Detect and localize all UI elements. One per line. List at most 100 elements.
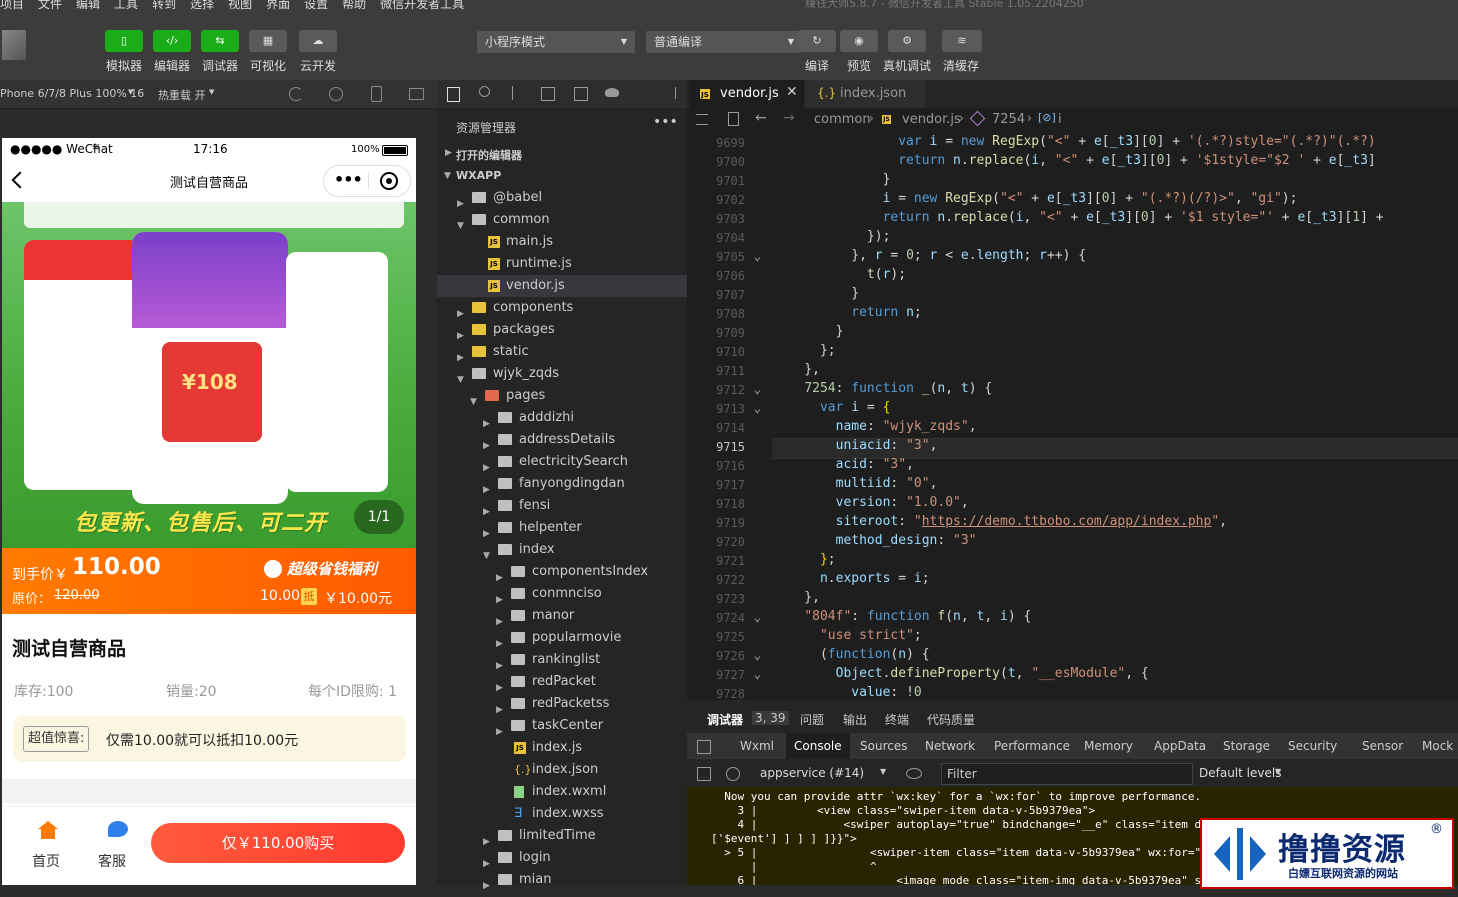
hotreload-toggle[interactable]: 热重载 开 [158, 87, 206, 103]
devtools-tab[interactable]: Network [925, 739, 975, 753]
mode-select[interactable]: 小程序模式 ▼ [477, 31, 635, 53]
tree-item[interactable]: ▼ pages [437, 385, 687, 407]
toolbar-button-2[interactable]: ⇆ [201, 30, 239, 52]
devtools-tab[interactable]: Sensor [1362, 739, 1403, 753]
menu-item[interactable]: 界面 [266, 0, 290, 10]
debugger-tab[interactable]: 输出 [843, 711, 867, 728]
toolbar-action-label[interactable]: 清缓存 [931, 57, 991, 74]
devtools-tab[interactable]: AppData [1154, 739, 1206, 753]
tree-item[interactable]: ▶ packages [437, 319, 687, 341]
explorer-more-icon[interactable]: ••• [653, 114, 678, 130]
tree-item[interactable]: JS main.js [437, 231, 687, 253]
devtools-tab[interactable]: Security [1288, 739, 1337, 753]
menu-item[interactable]: 帮助 [342, 0, 366, 10]
toolbar-button-0[interactable]: ▯ [105, 30, 143, 52]
rotate-icon[interactable] [289, 87, 303, 101]
tree-item[interactable]: ▶ limitedTime [437, 825, 687, 847]
debugger-tab[interactable]: 终端 [885, 711, 909, 728]
storage-icon[interactable] [574, 87, 588, 101]
fold-chevron-icon[interactable]: ⌄ [751, 648, 761, 662]
tree-item[interactable]: ▶ fanyongdingdan [437, 473, 687, 495]
product-banner[interactable]: ¥108 包更新、包售后、可二开 1/1 [2, 202, 416, 548]
toolbar-action-1[interactable]: ◉ [840, 30, 878, 52]
nav-service-label[interactable]: 客服 [98, 851, 126, 871]
menu-item[interactable]: 视图 [228, 0, 252, 10]
tree-item[interactable]: ▶ popularmovie [437, 627, 687, 649]
tree-item[interactable]: ▶ rankinglist [437, 649, 687, 671]
tab-vendor-js[interactable]: JS vendor.js ✕ [690, 80, 804, 108]
toolbar-button-label[interactable]: 云开发 [288, 57, 348, 74]
sidebar-toggle-icon[interactable] [697, 767, 711, 781]
devtools-tab[interactable]: Sources [860, 739, 907, 753]
tree-item[interactable]: ▶ addressDetails [437, 429, 687, 451]
capsule-menu[interactable]: ••• [323, 165, 411, 197]
root-section[interactable]: ▼ WXAPP [437, 165, 687, 187]
debugger-tab[interactable]: 问题 [800, 711, 824, 728]
debugger-tab[interactable]: 调试器 [707, 711, 743, 728]
buy-button[interactable]: 仅￥110.00购买 [151, 823, 405, 863]
compile-select[interactable]: 普通编译 ▼ [646, 31, 802, 53]
branch-icon[interactable] [512, 86, 521, 100]
debugger-tab[interactable]: 代码质量 [927, 711, 975, 728]
menu-item[interactable]: 选择 [190, 0, 214, 10]
fold-chevron-icon[interactable]: ⌄ [751, 610, 761, 624]
devtools-tab[interactable]: Mock [1422, 739, 1453, 753]
eye-icon[interactable] [906, 768, 922, 779]
menu-item[interactable]: 编辑 [76, 0, 100, 10]
tree-item[interactable]: ▶ components [437, 297, 687, 319]
tree-item[interactable]: ▼ wjyk_zqds [437, 363, 687, 385]
files-icon[interactable] [447, 87, 460, 102]
menu-item[interactable]: 项目 [0, 0, 24, 10]
window-icon[interactable] [409, 88, 424, 100]
tree-item[interactable]: JS vendor.js [437, 275, 687, 297]
tree-item[interactable]: ▶ login [437, 847, 687, 869]
tree-item[interactable]: ▶ adddizhi [437, 407, 687, 429]
filter-input[interactable]: Filter [941, 763, 1193, 785]
devtools-tab[interactable]: Console [786, 733, 850, 759]
bookmark-icon[interactable] [728, 112, 739, 126]
tree-item[interactable]: JS index.js [437, 737, 687, 759]
device-select[interactable]: Phone 6/7/8 Plus 100% 16 [0, 87, 144, 100]
toolbar-button-4[interactable]: ☁ [299, 30, 337, 52]
tree-item[interactable]: ▼ index [437, 539, 687, 561]
toolbar-action-0[interactable]: ↻ [798, 30, 836, 52]
toolbar-action-3[interactable]: ≋ [942, 30, 982, 52]
tree-item[interactable]: ▶ electricitySearch [437, 451, 687, 473]
tree-item[interactable]: {.} index.json [437, 759, 687, 781]
menu-item[interactable]: 转到 [152, 0, 176, 10]
toolbar-button-1[interactable]: ‹/› [153, 30, 191, 52]
search-icon[interactable] [479, 86, 490, 97]
debug-icon[interactable] [605, 88, 619, 97]
close-icon[interactable]: ✕ [786, 84, 798, 100]
menu-item[interactable]: 工具 [114, 0, 138, 10]
fold-chevron-icon[interactable]: ⌄ [751, 667, 761, 681]
menu-item[interactable]: 设置 [304, 0, 328, 10]
toolbar-button-3[interactable]: ▦ [249, 30, 287, 52]
tree-item[interactable]: ▶ @babel [437, 187, 687, 209]
tree-item[interactable]: ∃ index.wxss [437, 803, 687, 825]
toolbar-action-label[interactable]: 真机调试 [877, 57, 937, 74]
close-circle-icon[interactable] [380, 172, 398, 190]
levels-select[interactable]: Default levels [1199, 766, 1281, 780]
tree-item[interactable]: ▶ componentsIndex [437, 561, 687, 583]
tree-item[interactable]: ▶ mian [437, 869, 687, 891]
tree-item[interactable]: ▶ manor [437, 605, 687, 627]
arrow-left-icon[interactable]: ← [755, 110, 767, 126]
list-icon[interactable] [696, 114, 708, 125]
back-icon[interactable] [11, 171, 29, 189]
tree-item[interactable]: ▶ conmnciso [437, 583, 687, 605]
phone-icon[interactable] [371, 86, 382, 102]
service-icon[interactable] [108, 821, 128, 837]
tree-item[interactable]: ▶ taskCenter [437, 715, 687, 737]
clear-console-icon[interactable] [726, 767, 740, 781]
avatar[interactable] [2, 30, 26, 60]
collapse-panel-icon[interactable] [665, 87, 676, 99]
nav-home-label[interactable]: 首页 [32, 851, 60, 871]
inspect-icon[interactable] [697, 740, 711, 754]
toolbar-action-2[interactable]: ⚙ [888, 30, 926, 52]
extensions-icon[interactable] [541, 87, 555, 101]
fold-chevron-icon[interactable]: ⌄ [751, 249, 761, 263]
devtools-tab[interactable]: Performance [994, 739, 1070, 753]
arrow-right-icon[interactable]: → [783, 110, 795, 126]
tab-index-json[interactable]: {.} index.json [805, 80, 925, 108]
